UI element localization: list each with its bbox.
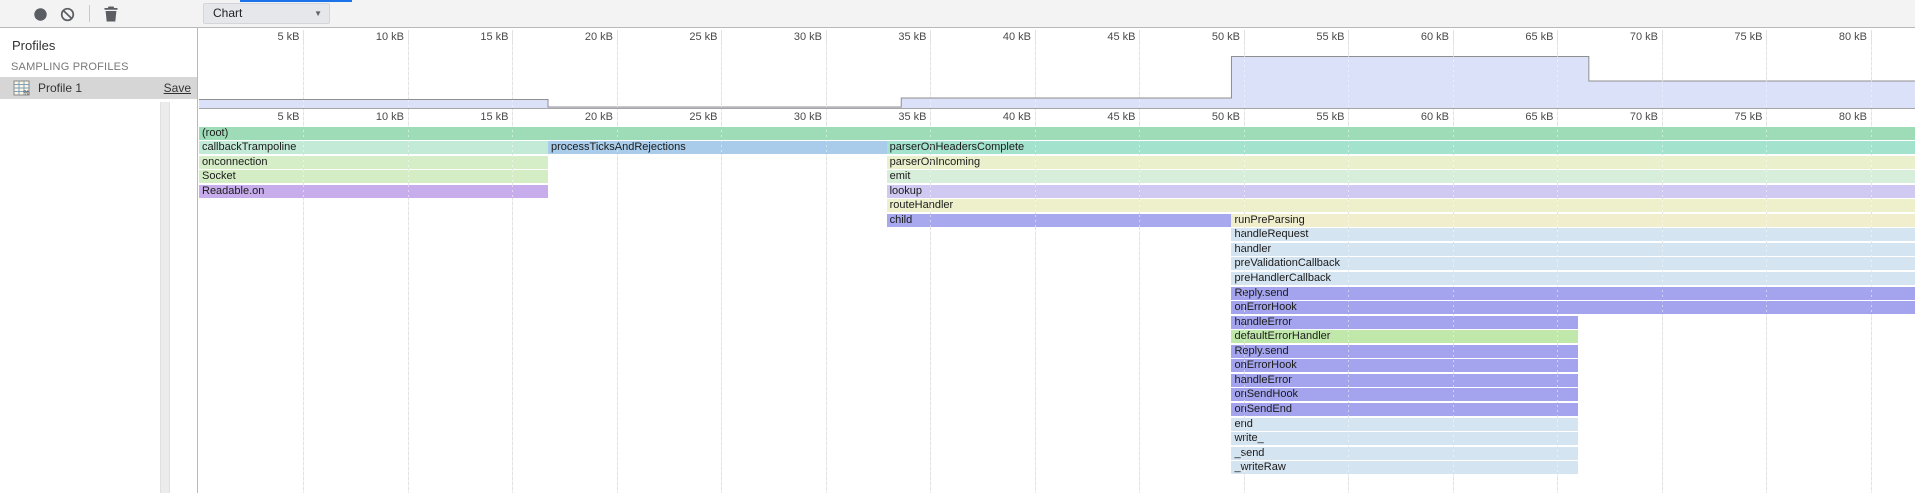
flame-bar[interactable]: child	[887, 214, 1232, 227]
ruler-tick-label: 25 kB	[658, 31, 718, 43]
sidebar-item-profile-1[interactable]: % Profile 1 Save	[0, 77, 197, 99]
ruler-tick-label: 65 kB	[1494, 31, 1554, 43]
flame-bar[interactable]: _send	[1231, 447, 1578, 460]
flame-ruler: 5 kB 10 kB 15 kB 20 kB 25 kB 30 kB 35 kB 40 kB 4…	[199, 111, 1915, 125]
ruler-tick-label: 70 kB	[1598, 31, 1658, 43]
profile-name: Profile 1	[38, 81, 82, 95]
flame-bar[interactable]: end	[1231, 418, 1578, 431]
flame-bar[interactable]: lookup	[887, 185, 1915, 198]
record-button[interactable]	[33, 7, 48, 22]
ruler-tick-label: 45 kB	[1076, 111, 1136, 123]
flame-chart-pane: 5 kB 10 kB 15 kB 20 kB 25 kB 30 kB 35 kB 40 kB 4…	[199, 28, 1915, 493]
sidebar-scrollbar-track[interactable]	[160, 102, 170, 493]
svg-text:%: %	[23, 90, 29, 96]
flame-bar[interactable]: onErrorHook	[1231, 359, 1578, 372]
ruler-tick-label: 55 kB	[1285, 31, 1345, 43]
ruler-tick-label: 35 kB	[867, 31, 927, 43]
view-mode-value: Chart	[213, 6, 242, 20]
overview-ruler: 5 kB 10 kB 15 kB 20 kB 25 kB 30 kB 35 kB 40 kB 4…	[199, 31, 1915, 45]
flame-bar[interactable]: routeHandler	[887, 199, 1915, 212]
flame-bar[interactable]: (root)	[199, 127, 1915, 140]
ruler-tick-label: 80 kB	[1807, 111, 1867, 123]
record-icon	[33, 7, 48, 22]
flame-bar[interactable]: _writeRaw	[1231, 461, 1578, 474]
flame-bar[interactable]: preHandlerCallback	[1231, 272, 1914, 285]
trash-icon	[104, 6, 118, 22]
profiler-app: Chart ▼ Profiles SAMPLING PROFILES % Pro…	[0, 0, 1915, 493]
flame-bar[interactable]: handler	[1231, 243, 1914, 256]
ruler-tick-label: 65 kB	[1494, 111, 1554, 123]
flame-bar[interactable]: Socket	[199, 170, 548, 183]
ruler-tick-label: 50 kB	[1180, 111, 1240, 123]
flame-bar[interactable]: write_	[1231, 432, 1578, 445]
flame-bar[interactable]: preValidationCallback	[1231, 257, 1914, 270]
flame-bar[interactable]: Reply.send	[1231, 287, 1914, 300]
flame-bar[interactable]: onSendHook	[1231, 388, 1578, 401]
flame-bar[interactable]: parserOnIncoming	[887, 156, 1915, 169]
ruler-tick-label: 10 kB	[344, 111, 404, 123]
overview-baseline	[199, 108, 1915, 109]
ruler-tick-label: 60 kB	[1389, 31, 1449, 43]
ruler-tick-label: 15 kB	[449, 111, 509, 123]
toolbar: Chart ▼	[0, 0, 1915, 28]
active-tab-underline	[240, 0, 352, 2]
flame-rows: (root)callbackTrampolineprocessTicksAndR…	[199, 28, 1915, 493]
flame-bar[interactable]: handleError	[1231, 374, 1578, 387]
ruler-tick-label: 75 kB	[1703, 31, 1763, 43]
ruler-tick-label: 80 kB	[1807, 31, 1867, 43]
ruler-tick-label: 55 kB	[1285, 111, 1345, 123]
ruler-tick-label: 10 kB	[344, 31, 404, 43]
flame-bar[interactable]: emit	[887, 170, 1915, 183]
flame-bar[interactable]: defaultErrorHandler	[1231, 330, 1578, 343]
flame-bar[interactable]: Readable.on	[199, 185, 548, 198]
clear-icon	[60, 7, 75, 22]
ruler-tick-label: 35 kB	[867, 111, 927, 123]
ruler-tick-label: 40 kB	[971, 111, 1031, 123]
flame-bar[interactable]: onErrorHook	[1231, 301, 1914, 314]
profiles-sidebar: Profiles SAMPLING PROFILES % Profile 1 S…	[0, 28, 198, 493]
profile-icon: %	[13, 80, 31, 101]
flame-bar[interactable]: callbackTrampoline	[199, 141, 548, 154]
clear-button[interactable]	[60, 7, 75, 22]
ruler-tick-label: 15 kB	[449, 31, 509, 43]
flame-bar[interactable]: onSendEnd	[1231, 403, 1578, 416]
sampling-profiles-section-header: SAMPLING PROFILES	[11, 61, 129, 73]
flame-bar[interactable]: handleRequest	[1231, 228, 1914, 241]
ruler-tick-label: 25 kB	[658, 111, 718, 123]
chevron-down-icon: ▼	[314, 9, 322, 19]
ruler-tick-label: 45 kB	[1076, 31, 1136, 43]
ruler-tick-label: 30 kB	[762, 111, 822, 123]
ruler-tick-label: 70 kB	[1598, 111, 1658, 123]
flame-bar[interactable]: Reply.send	[1231, 345, 1578, 358]
flame-bar[interactable]: runPreParsing	[1231, 214, 1914, 227]
flame-bar[interactable]: handleError	[1231, 316, 1578, 329]
ruler-tick-label: 20 kB	[553, 111, 613, 123]
ruler-tick-label: 50 kB	[1180, 31, 1240, 43]
flame-bar[interactable]: onconnection	[199, 156, 548, 169]
ruler-tick-label: 20 kB	[553, 31, 613, 43]
flame-bar[interactable]: parserOnHeadersComplete	[887, 141, 1915, 154]
save-profile-link[interactable]: Save	[164, 81, 191, 95]
ruler-tick-label: 75 kB	[1703, 111, 1763, 123]
view-mode-select[interactable]: Chart ▼	[203, 3, 330, 24]
flame-bar[interactable]: processTicksAndRejections	[548, 141, 887, 154]
ruler-tick-label: 5 kB	[240, 111, 300, 123]
ruler-tick-label: 40 kB	[971, 31, 1031, 43]
ruler-tick-label: 5 kB	[240, 31, 300, 43]
sidebar-title: Profiles	[12, 38, 55, 53]
ruler-tick-label: 30 kB	[762, 31, 822, 43]
toolbar-divider	[89, 5, 90, 22]
delete-profile-button[interactable]	[104, 6, 119, 21]
ruler-tick-label: 60 kB	[1389, 111, 1449, 123]
